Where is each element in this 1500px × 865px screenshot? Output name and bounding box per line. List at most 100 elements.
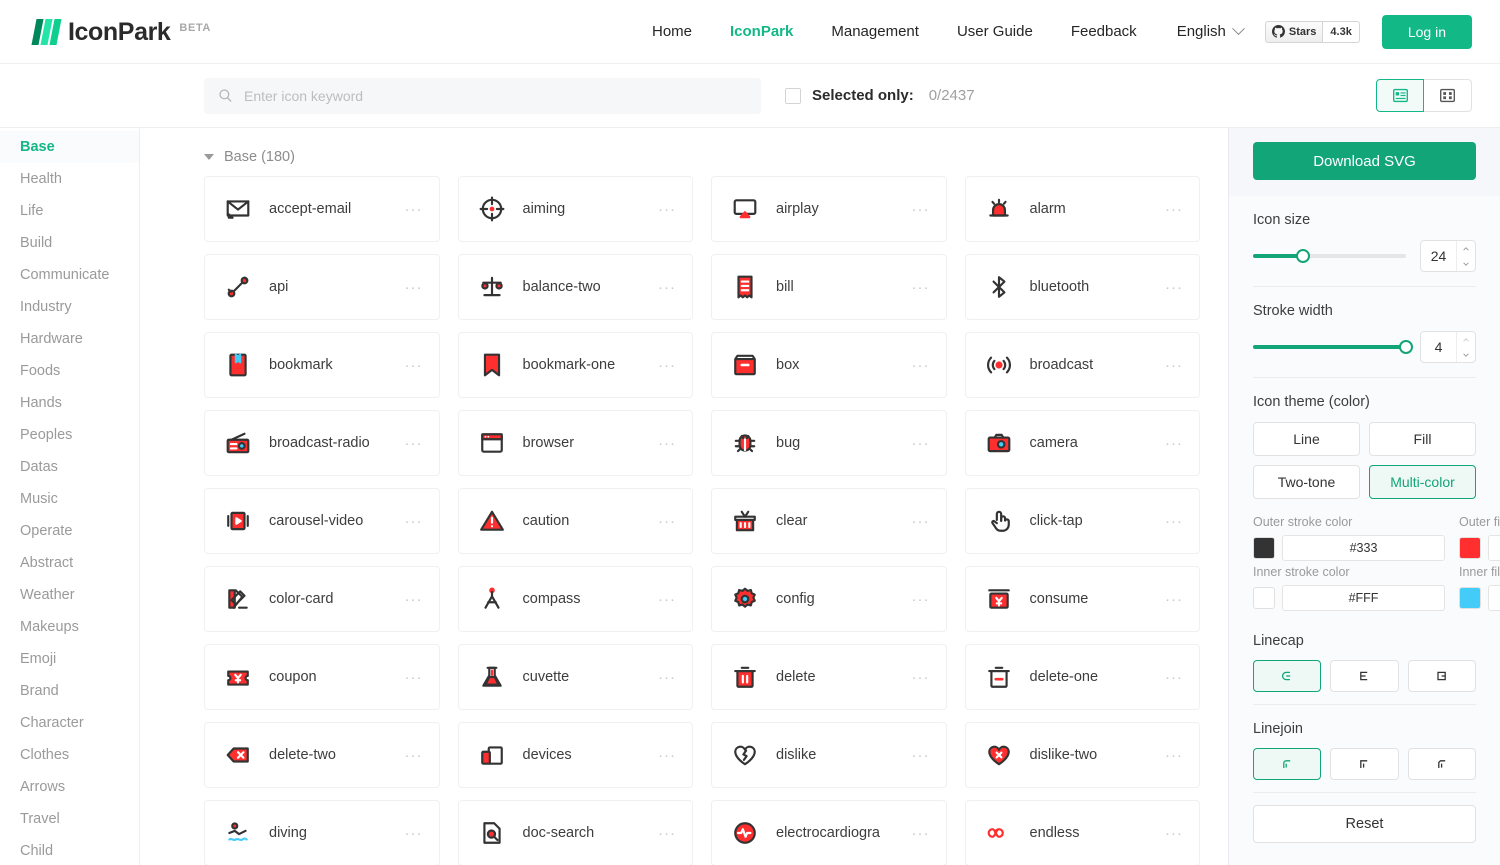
icon-card-menu-button[interactable]: ···: [405, 825, 423, 842]
icon-card[interactable]: balance-two ···: [457, 254, 693, 320]
icon-card-menu-button[interactable]: ···: [1165, 435, 1183, 452]
icon-card[interactable]: compass ···: [457, 566, 693, 632]
icon-card[interactable]: bookmark-one ···: [457, 332, 693, 398]
sidebar-item-base[interactable]: Base: [0, 131, 139, 163]
icon-card[interactable]: delete-two ···: [204, 722, 440, 788]
sidebar-item-arrows[interactable]: Arrows: [0, 771, 139, 803]
icon-card-menu-button[interactable]: ···: [405, 669, 423, 686]
icon-card-menu-button[interactable]: ···: [405, 435, 423, 452]
icon-card-menu-button[interactable]: ···: [1165, 513, 1183, 530]
icon-card-menu-button[interactable]: ···: [1165, 279, 1183, 296]
nav-item-home[interactable]: Home: [652, 23, 692, 40]
inner-fill-color-swatch[interactable]: [1459, 587, 1481, 609]
icon-card[interactable]: browser ···: [457, 410, 693, 476]
icon-card[interactable]: aiming ···: [457, 176, 693, 242]
login-button[interactable]: Log in: [1381, 14, 1472, 49]
sidebar-item-abstract[interactable]: Abstract: [0, 547, 139, 579]
icon-card[interactable]: clear ···: [711, 488, 947, 554]
sidebar-item-communicate[interactable]: Communicate: [0, 259, 139, 291]
icon-card[interactable]: devices ···: [457, 722, 693, 788]
sidebar-item-travel[interactable]: Travel: [0, 803, 139, 835]
icon-card-menu-button[interactable]: ···: [405, 513, 423, 530]
icon-card-menu-button[interactable]: ···: [1165, 357, 1183, 374]
icon-card[interactable]: alarm ···: [964, 176, 1200, 242]
stroke-width-stepper[interactable]: 4: [1420, 331, 1476, 363]
nav-item-iconpark[interactable]: IconPark: [730, 23, 793, 40]
nav-item-management[interactable]: Management: [831, 23, 919, 40]
inner-fill-color-input[interactable]: [1488, 585, 1500, 611]
sidebar-item-foods[interactable]: Foods: [0, 355, 139, 387]
icon-card[interactable]: cuvette ···: [457, 644, 693, 710]
language-selector[interactable]: English: [1177, 22, 1245, 40]
stroke-width-value[interactable]: 4: [1421, 332, 1456, 362]
icon-card[interactable]: dislike-two ···: [964, 722, 1200, 788]
icon-card-menu-button[interactable]: ···: [912, 669, 930, 686]
sidebar-item-emoji[interactable]: Emoji: [0, 643, 139, 675]
icon-size-slider[interactable]: [1253, 249, 1406, 263]
icon-card[interactable]: consume ···: [964, 566, 1200, 632]
icon-size-increment[interactable]: [1457, 241, 1475, 256]
icon-card-menu-button[interactable]: ···: [912, 591, 930, 608]
icon-card[interactable]: bookmark ···: [204, 332, 440, 398]
reset-button[interactable]: Reset: [1253, 805, 1476, 843]
github-stars-button[interactable]: Stars: [1264, 20, 1324, 43]
icon-card-menu-button[interactable]: ···: [1165, 591, 1183, 608]
theme-fill-button[interactable]: Fill: [1369, 422, 1476, 456]
sidebar-item-build[interactable]: Build: [0, 227, 139, 259]
download-svg-button[interactable]: Download SVG: [1253, 142, 1476, 180]
list-view-button[interactable]: [1376, 79, 1424, 112]
nav-item-feedback[interactable]: Feedback: [1071, 23, 1137, 40]
outer-stroke-color-input[interactable]: [1282, 535, 1445, 561]
linecap-butt-button[interactable]: [1330, 660, 1399, 692]
theme-multi-color-button[interactable]: Multi-color: [1369, 465, 1476, 499]
icon-card[interactable]: diving ···: [204, 800, 440, 865]
theme-two-tone-button[interactable]: Two-tone: [1253, 465, 1360, 499]
icon-card-menu-button[interactable]: ···: [1165, 747, 1183, 764]
icon-card-menu-button[interactable]: ···: [912, 435, 930, 452]
icon-card[interactable]: electrocardiogra ···: [711, 800, 947, 865]
icon-card[interactable]: endless ···: [964, 800, 1200, 865]
icon-card-menu-button[interactable]: ···: [912, 279, 930, 296]
icon-card[interactable]: broadcast ···: [964, 332, 1200, 398]
search-box[interactable]: [204, 77, 761, 114]
stroke-width-increment[interactable]: [1457, 332, 1475, 347]
icon-card[interactable]: dislike ···: [711, 722, 947, 788]
icon-card[interactable]: delete-one ···: [964, 644, 1200, 710]
icon-card-menu-button[interactable]: ···: [405, 591, 423, 608]
selected-only-checkbox[interactable]: [785, 87, 801, 104]
icon-card-menu-button[interactable]: ···: [658, 669, 676, 686]
linejoin-bevel-button[interactable]: [1407, 748, 1476, 780]
icon-card-menu-button[interactable]: ···: [912, 513, 930, 530]
icon-size-decrement[interactable]: [1457, 256, 1475, 271]
outer-stroke-color-swatch[interactable]: [1253, 537, 1275, 559]
icon-card-menu-button[interactable]: ···: [658, 435, 676, 452]
icon-card-menu-button[interactable]: ···: [912, 201, 930, 218]
sidebar-item-life[interactable]: Life: [0, 195, 139, 227]
icon-card[interactable]: click-tap ···: [964, 488, 1200, 554]
icon-card-menu-button[interactable]: ···: [1165, 825, 1183, 842]
icon-card-menu-button[interactable]: ···: [1165, 201, 1183, 218]
icon-card[interactable]: airplay ···: [711, 176, 947, 242]
icon-card-menu-button[interactable]: ···: [405, 279, 423, 296]
icon-card-menu-button[interactable]: ···: [658, 825, 676, 842]
icon-card[interactable]: bill ···: [711, 254, 947, 320]
icon-card-menu-button[interactable]: ···: [658, 591, 676, 608]
icon-card[interactable]: box ···: [711, 332, 947, 398]
icon-card-menu-button[interactable]: ···: [405, 747, 423, 764]
theme-line-button[interactable]: Line: [1253, 422, 1360, 456]
stroke-width-slider-handle[interactable]: [1399, 340, 1413, 354]
stroke-width-decrement[interactable]: [1457, 347, 1475, 362]
sidebar-item-peoples[interactable]: Peoples: [0, 419, 139, 451]
github-stars-count[interactable]: 4.3k: [1323, 20, 1360, 43]
sidebar-item-hands[interactable]: Hands: [0, 387, 139, 419]
icon-card[interactable]: caution ···: [457, 488, 693, 554]
outer-fill-color-input[interactable]: [1488, 535, 1500, 561]
icon-card-menu-button[interactable]: ···: [1165, 669, 1183, 686]
sidebar-item-industry[interactable]: Industry: [0, 291, 139, 323]
sidebar-item-makeups[interactable]: Makeups: [0, 611, 139, 643]
inner-stroke-color-input[interactable]: [1282, 585, 1445, 611]
sidebar-item-child[interactable]: Child: [0, 835, 139, 865]
icon-card-menu-button[interactable]: ···: [912, 357, 930, 374]
icon-card[interactable]: bluetooth ···: [964, 254, 1200, 320]
icon-card-menu-button[interactable]: ···: [658, 357, 676, 374]
